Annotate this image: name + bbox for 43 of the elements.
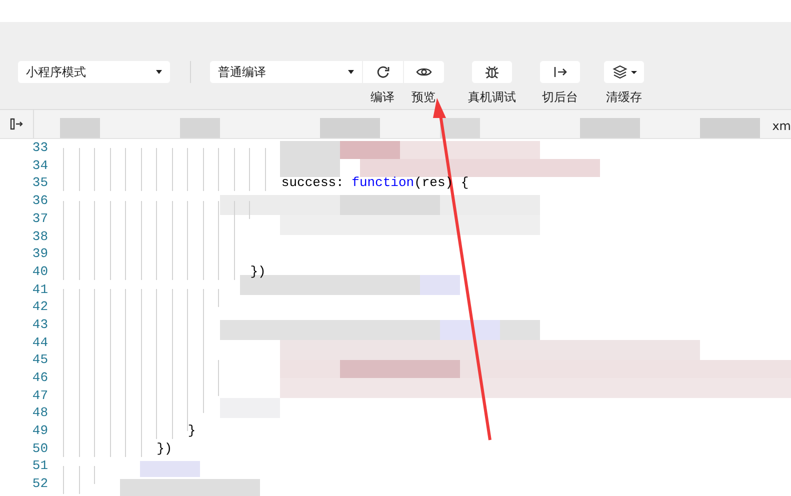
mode-select[interactable]: 小程序模式 [18, 61, 170, 83]
line-number: 41 [31, 280, 48, 299]
button-label: 清缓存 [606, 89, 642, 106]
line-number: 37 [31, 210, 48, 228]
debug-button[interactable] [472, 61, 512, 83]
line-number: 49 [31, 422, 48, 440]
file-tab[interactable]: xm [772, 117, 791, 135]
preview-button[interactable] [404, 61, 444, 83]
line-number: 45 [31, 351, 48, 370]
line-number: 40 [31, 262, 48, 281]
line-number: 51 [31, 457, 48, 476]
code-line: }) [63, 262, 266, 282]
compile-button[interactable] [363, 61, 403, 83]
layers-icon [612, 64, 628, 80]
line-number: 33 [31, 139, 48, 158]
button-label: 编译 [370, 89, 394, 106]
line-number: 46 [31, 369, 48, 388]
line-number: 35 [31, 174, 48, 192]
panel-toggle-icon[interactable] [10, 118, 24, 130]
bug-icon [484, 64, 500, 80]
line-number: 43 [31, 316, 48, 334]
line-number: 52 [31, 475, 48, 494]
line-number: 36 [31, 192, 48, 210]
code-line: }) [63, 438, 172, 458]
refresh-icon [375, 64, 391, 80]
line-number: 44 [31, 334, 48, 352]
button-label: 预览 [412, 89, 436, 106]
line-number: 39 [31, 245, 48, 264]
line-number: 34 [31, 156, 48, 175]
line-number: 50 [31, 440, 48, 458]
line-number: 47 [31, 386, 48, 405]
compile-select[interactable]: 普通编译 [210, 61, 362, 83]
arrow-icon [552, 64, 568, 80]
caret-icon [156, 70, 162, 74]
line-number: 38 [31, 228, 48, 246]
line-number: 42 [31, 298, 48, 316]
clear-cache-button[interactable] [604, 61, 644, 83]
background-button[interactable] [540, 61, 580, 83]
button-label: 真机调试 [468, 89, 516, 106]
caret-icon [348, 70, 354, 74]
code-line: } [63, 421, 196, 441]
line-number: 48 [31, 404, 48, 422]
button-label: 切后台 [542, 89, 578, 106]
